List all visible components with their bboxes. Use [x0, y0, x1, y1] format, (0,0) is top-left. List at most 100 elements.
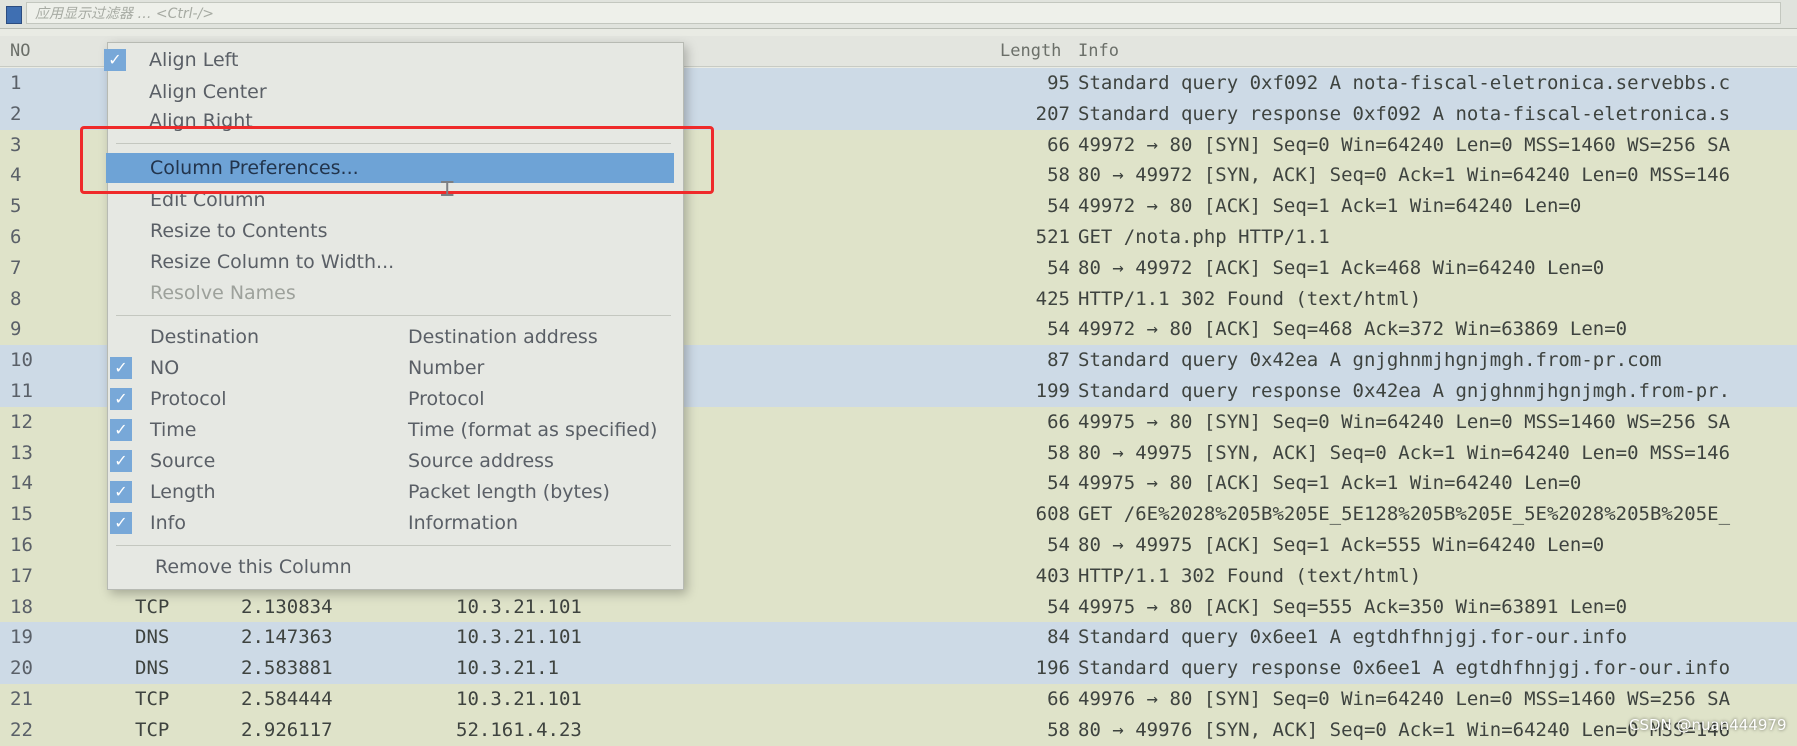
menu-item-label: Align Center [149, 81, 267, 103]
packet-length: 196 [1035, 657, 1070, 680]
column-header-no[interactable]: NO [10, 41, 30, 61]
menu-item-label: Resize to Contents [150, 220, 328, 242]
packet-no: 2 [10, 102, 22, 125]
packet-protocol: TCP [135, 595, 170, 618]
packet-no: 20 [10, 657, 33, 680]
column-toggle-name: Info [150, 512, 186, 534]
packet-source: 10.3.21.101 [456, 687, 582, 710]
packet-no: 16 [10, 533, 33, 556]
packet-length: 199 [1035, 379, 1070, 402]
packet-protocol: DNS [135, 626, 170, 649]
packet-no: 14 [10, 472, 33, 495]
packet-source: 10.3.21.1 [456, 657, 559, 680]
column-toggle-name: Length [150, 481, 216, 503]
packet-length: 95 [1047, 72, 1070, 94]
packet-no: 11 [10, 379, 33, 402]
packet-source: 52.161.4.23 [456, 718, 582, 741]
packet-length: 66 [1047, 410, 1070, 433]
column-toggle-name: Source [150, 450, 216, 472]
menu-column-source[interactable]: ✓ Source Source address [108, 446, 683, 476]
packet-info: 49972 → 80 [SYN] Seq=0 Win=64240 Len=0 M… [1078, 133, 1731, 156]
packet-length: 54 [1047, 195, 1070, 218]
packet-length: 54 [1047, 595, 1070, 618]
mouse-cursor-icon: ⌶ [440, 174, 455, 202]
menu-resolve-names: Resolve Names [108, 278, 683, 308]
column-header-length[interactable]: Length [1000, 41, 1061, 61]
packet-source: 10.3.21.101 [456, 626, 582, 649]
menu-align-left[interactable]: ✓ Align Left [104, 45, 683, 75]
packet-length: 66 [1047, 133, 1070, 156]
menu-separator [116, 315, 671, 316]
checkmark-icon: ✓ [110, 388, 132, 410]
packet-protocol: DNS [135, 657, 170, 680]
menu-column-protocol[interactable]: ✓ Protocol Protocol [108, 384, 683, 414]
packet-time: 2.584444 [241, 687, 333, 710]
packet-length: 54 [1047, 533, 1070, 556]
packet-info: 49975 → 80 [ACK] Seq=555 Ack=350 Win=638… [1078, 595, 1628, 618]
menu-item-label: Resize Column to Width... [150, 251, 395, 273]
packet-protocol: TCP [135, 687, 170, 710]
menu-separator [116, 545, 671, 546]
packet-length: 84 [1047, 626, 1070, 649]
packet-info: 80 → 49975 [ACK] Seq=1 Ack=555 Win=64240… [1078, 533, 1605, 556]
bookmark-filter-icon[interactable] [6, 6, 22, 24]
packet-length: 54 [1047, 256, 1070, 279]
packet-info: 49975 → 80 [ACK] Seq=1 Ack=1 Win=64240 L… [1078, 472, 1582, 495]
packet-length: 608 [1035, 503, 1070, 526]
display-filter-bar: 应用显示过滤器 … <Ctrl-/> [0, 0, 1797, 29]
packet-no: 17 [10, 564, 33, 587]
packet-length: 521 [1035, 225, 1070, 248]
menu-column-no[interactable]: ✓ NO Number [108, 353, 683, 383]
menu-column-time[interactable]: ✓ Time Time (format as specified) [108, 415, 683, 445]
packet-info: 80 → 49972 [ACK] Seq=1 Ack=468 Win=64240… [1078, 256, 1605, 279]
menu-resize-to-contents[interactable]: Resize to Contents [108, 216, 683, 246]
menu-item-label: Remove this Column [155, 556, 352, 578]
packet-info: 49976 → 80 [SYN] Seq=0 Win=64240 Len=0 M… [1078, 687, 1731, 710]
packet-length: 425 [1035, 287, 1070, 310]
packet-row[interactable]: 20 DNS 2.583881 10.3.21.1 196 Standard query … [0, 653, 1797, 684]
packet-info: Standard query response 0x42ea A gnjghnm… [1078, 379, 1731, 402]
packet-row[interactable]: 21 TCP 2.584444 10.3.21.101 66 49976 → 80 [SY… [0, 683, 1797, 715]
menu-column-info[interactable]: ✓ Info Information [108, 508, 683, 538]
red-highlight-box [80, 126, 714, 194]
column-toggle-name: Time [150, 419, 197, 441]
packet-length: 403 [1035, 564, 1070, 587]
packet-no: 8 [10, 287, 22, 310]
packet-info: 80 → 49975 [SYN, ACK] Seq=0 Ack=1 Win=64… [1078, 441, 1731, 464]
packet-no: 21 [10, 687, 33, 710]
packet-no: 5 [10, 195, 22, 218]
packet-row[interactable]: 18 TCP 2.130834 10.3.21.101 54 49975 → 80 [AC… [0, 591, 1797, 623]
packet-no: 1 [10, 72, 22, 94]
checkmark-icon: ✓ [110, 357, 132, 379]
packet-no: 9 [10, 318, 22, 341]
packet-time: 2.147363 [241, 626, 333, 649]
packet-info: 49972 → 80 [ACK] Seq=468 Ack=372 Win=638… [1078, 318, 1628, 341]
packet-no: 18 [10, 595, 33, 618]
packet-row[interactable]: 22 TCP 2.926117 52.161.4.23 58 80 → 49976 [SY… [0, 714, 1797, 746]
packet-info: HTTP/1.1 302 Found (text/html) [1078, 564, 1422, 587]
column-toggle-description: Information [408, 512, 518, 534]
menu-column-destination[interactable]: Destination Destination address [108, 322, 683, 352]
display-filter-input[interactable]: 应用显示过滤器 … <Ctrl-/> [26, 2, 1781, 24]
menu-column-length[interactable]: ✓ Length Packet length (bytes) [108, 477, 683, 507]
packet-no: 19 [10, 626, 33, 649]
packet-info: 49972 → 80 [ACK] Seq=1 Ack=1 Win=64240 L… [1078, 195, 1582, 218]
menu-item-label: Align Left [149, 49, 239, 71]
column-toggle-description: Source address [408, 450, 554, 472]
column-toggle-description: Protocol [408, 388, 485, 410]
menu-remove-column[interactable]: Remove this Column [108, 552, 683, 582]
packet-length: 87 [1047, 349, 1070, 372]
checkmark-icon: ✓ [110, 450, 132, 472]
menu-resize-column-to-width[interactable]: Resize Column to Width... [108, 247, 683, 277]
packet-no: 3 [10, 133, 22, 156]
packet-info: GET /nota.php HTTP/1.1 [1078, 225, 1330, 248]
column-toggle-description: Number [408, 357, 485, 379]
packet-time: 2.926117 [241, 718, 333, 741]
packet-row[interactable]: 19 DNS 2.147363 10.3.21.101 84 Standard query… [0, 622, 1797, 654]
checkmark-icon: ✓ [110, 512, 132, 534]
column-header-info[interactable]: Info [1078, 41, 1119, 61]
packet-time: 2.130834 [241, 595, 333, 618]
menu-align-center[interactable]: Align Center [108, 77, 683, 107]
packet-length: 58 [1047, 441, 1070, 464]
packet-info: Standard query 0xf092 A nota-fiscal-elet… [1078, 72, 1731, 94]
